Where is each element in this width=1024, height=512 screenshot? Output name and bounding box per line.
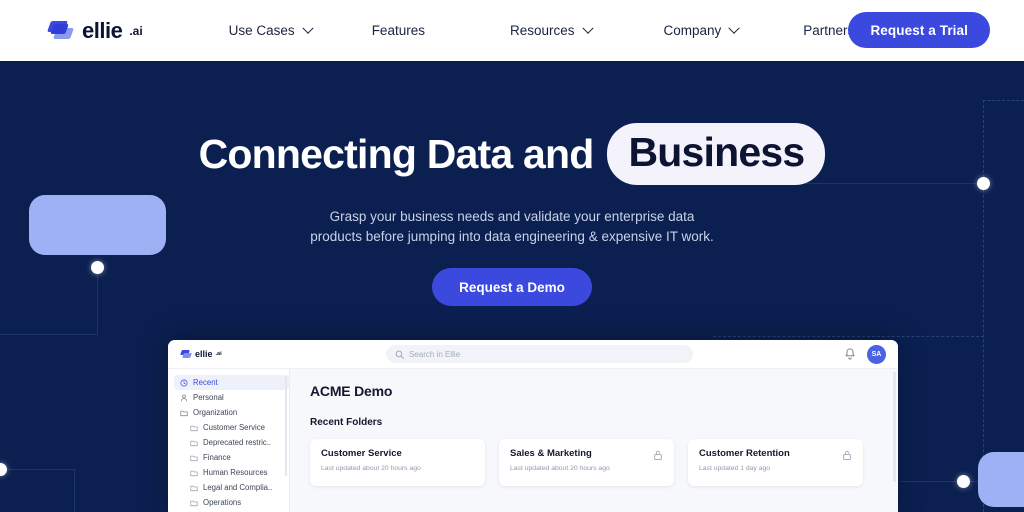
folder-card[interactable]: Customer Service Last updated about 20 h… xyxy=(310,439,485,486)
folder-card[interactable]: Customer Retention Last updated 1 day ag… xyxy=(688,439,863,486)
hero-section: Connecting Data and Business Grasp your … xyxy=(0,61,1024,306)
folder-icon xyxy=(180,410,188,416)
headline-highlight-pill: Business xyxy=(607,123,826,185)
app-brand-name: ellie xyxy=(195,349,213,359)
user-avatar[interactable]: SA xyxy=(867,345,886,364)
decorative-connector-line-left xyxy=(0,334,98,335)
sidebar-label-operations: Operations xyxy=(203,498,242,507)
sidebar-label-customer-service: Customer Service xyxy=(203,423,265,432)
sidebar-label-legal: Legal and Complia.. xyxy=(203,483,273,492)
sidebar-label-personal: Personal xyxy=(193,393,224,402)
search-icon xyxy=(395,350,404,359)
folder-card-meta: Last updated about 20 hours ago xyxy=(510,465,610,472)
app-logo[interactable]: ellie .ai xyxy=(180,349,222,359)
request-trial-button[interactable]: Request a Trial xyxy=(848,12,990,48)
chevron-down-icon xyxy=(581,22,594,34)
nav-item-company[interactable]: Company xyxy=(663,22,740,38)
clock-icon xyxy=(180,378,188,387)
folder-card-meta: Last updated 1 day ago xyxy=(699,465,771,472)
folder-icon xyxy=(190,500,198,506)
search-placeholder: Search in Ellie xyxy=(409,349,461,359)
folder-icon xyxy=(190,425,198,431)
decorative-node-bottomleft xyxy=(0,463,7,476)
request-demo-button[interactable]: Request a Demo xyxy=(432,268,592,306)
folder-icon xyxy=(190,485,198,491)
folder-card-title: Customer Retention xyxy=(699,448,790,459)
workspace-title: ACME Demo xyxy=(310,383,393,399)
headline-plain-text: Connecting Data and xyxy=(198,130,595,177)
nav-label-use-cases: Use Cases xyxy=(228,23,295,38)
app-sidebar: Recent Personal Organization Customer Se… xyxy=(168,369,290,512)
person-icon xyxy=(181,394,187,401)
notification-bell-icon[interactable] xyxy=(844,347,856,361)
search-input[interactable]: Search in Ellie xyxy=(386,345,693,363)
main-scrollbar[interactable] xyxy=(893,372,896,482)
sidebar-item-legal[interactable]: Legal and Complia.. xyxy=(174,480,289,495)
brand-name: ellie xyxy=(82,17,123,43)
nav-item-partners[interactable]: Partners xyxy=(803,23,854,38)
sidebar-item-operations[interactable]: Operations xyxy=(174,495,289,510)
sidebar-label-finance: Finance xyxy=(203,453,231,462)
sidebar-item-recent[interactable]: Recent xyxy=(174,375,289,390)
nav-links: Use Cases Features Resources Company Par… xyxy=(185,22,854,38)
decorative-node-bottomright xyxy=(957,475,970,488)
ellie-logo-icon xyxy=(180,349,192,359)
sidebar-item-organization[interactable]: Organization xyxy=(174,405,289,420)
folder-icon xyxy=(190,440,198,446)
sidebar-item-customer-service[interactable]: Customer Service xyxy=(174,420,289,435)
decorative-dashed-line-bottom xyxy=(713,336,984,337)
folder-card-meta: Last updated about 20 hours ago xyxy=(321,465,421,472)
ellie-logo-icon xyxy=(46,20,75,41)
folder-icon xyxy=(190,470,198,476)
sidebar-label-recent: Recent xyxy=(193,378,218,387)
sidebar-item-deprecated[interactable]: Deprecated restric.. xyxy=(174,435,289,450)
app-main-content: ACME Demo Recent Folders Customer Servic… xyxy=(290,369,898,512)
chevron-down-icon xyxy=(728,22,740,34)
sidebar-label-human-resources: Human Resources xyxy=(203,468,268,477)
nav-item-use-cases[interactable]: Use Cases xyxy=(228,22,314,38)
app-brand-suffix: .ai xyxy=(215,351,222,357)
hero-subtitle-line-2: products before jumping into data engine… xyxy=(310,229,714,244)
sidebar-label-organization: Organization xyxy=(193,408,238,417)
app-header: ellie .ai Search in Ellie SA xyxy=(168,340,898,369)
sidebar-item-human-resources[interactable]: Human Resources xyxy=(174,465,289,480)
folder-card-list: Customer Service Last updated about 20 h… xyxy=(310,439,898,486)
nav-label-resources: Resources xyxy=(509,23,575,38)
decorative-connector-vertical-bottomleft xyxy=(74,469,75,512)
site-logo[interactable]: ellie .ai xyxy=(46,17,143,44)
nav-label-company: Company xyxy=(663,23,722,38)
nav-label-partners: Partners xyxy=(803,23,855,38)
top-navigation-bar: ellie .ai Use Cases Features Resources C… xyxy=(0,0,1024,61)
app-screenshot-mockup: ellie .ai Search in Ellie SA Recent Pers… xyxy=(168,340,898,512)
folder-card-title: Sales & Marketing xyxy=(510,448,592,459)
lock-icon xyxy=(843,451,851,461)
sidebar-label-deprecated: Deprecated restric.. xyxy=(203,438,272,447)
sidebar-item-finance[interactable]: Finance xyxy=(174,450,289,465)
hero-page: ellie .ai Use Cases Features Resources C… xyxy=(0,0,1024,512)
sidebar-item-personal[interactable]: Personal xyxy=(174,390,289,405)
hero-cta-wrapper: Request a Demo xyxy=(0,268,1024,306)
nav-label-features: Features xyxy=(371,23,425,38)
section-title-recent-folders: Recent Folders xyxy=(310,417,383,428)
hero-headline: Connecting Data and Business xyxy=(0,123,1024,185)
lock-icon xyxy=(654,451,662,461)
chevron-down-icon xyxy=(302,22,314,34)
sidebar-scrollbar[interactable] xyxy=(285,376,287,476)
decorative-connector-line-bottomleft xyxy=(0,469,75,470)
app-body: Recent Personal Organization Customer Se… xyxy=(168,369,898,512)
nav-item-resources[interactable]: Resources xyxy=(509,22,594,38)
folder-card[interactable]: Sales & Marketing Last updated about 20 … xyxy=(499,439,674,486)
hero-subtitle-line-1: Grasp your business needs and validate y… xyxy=(329,209,695,224)
folder-icon xyxy=(190,455,198,461)
hero-subtitle: Grasp your business needs and validate y… xyxy=(0,207,1024,247)
nav-item-features[interactable]: Features xyxy=(372,23,425,38)
folder-card-title: Customer Service xyxy=(321,448,402,459)
decorative-blob-bottomright xyxy=(978,452,1024,507)
brand-suffix: .ai xyxy=(129,23,143,38)
